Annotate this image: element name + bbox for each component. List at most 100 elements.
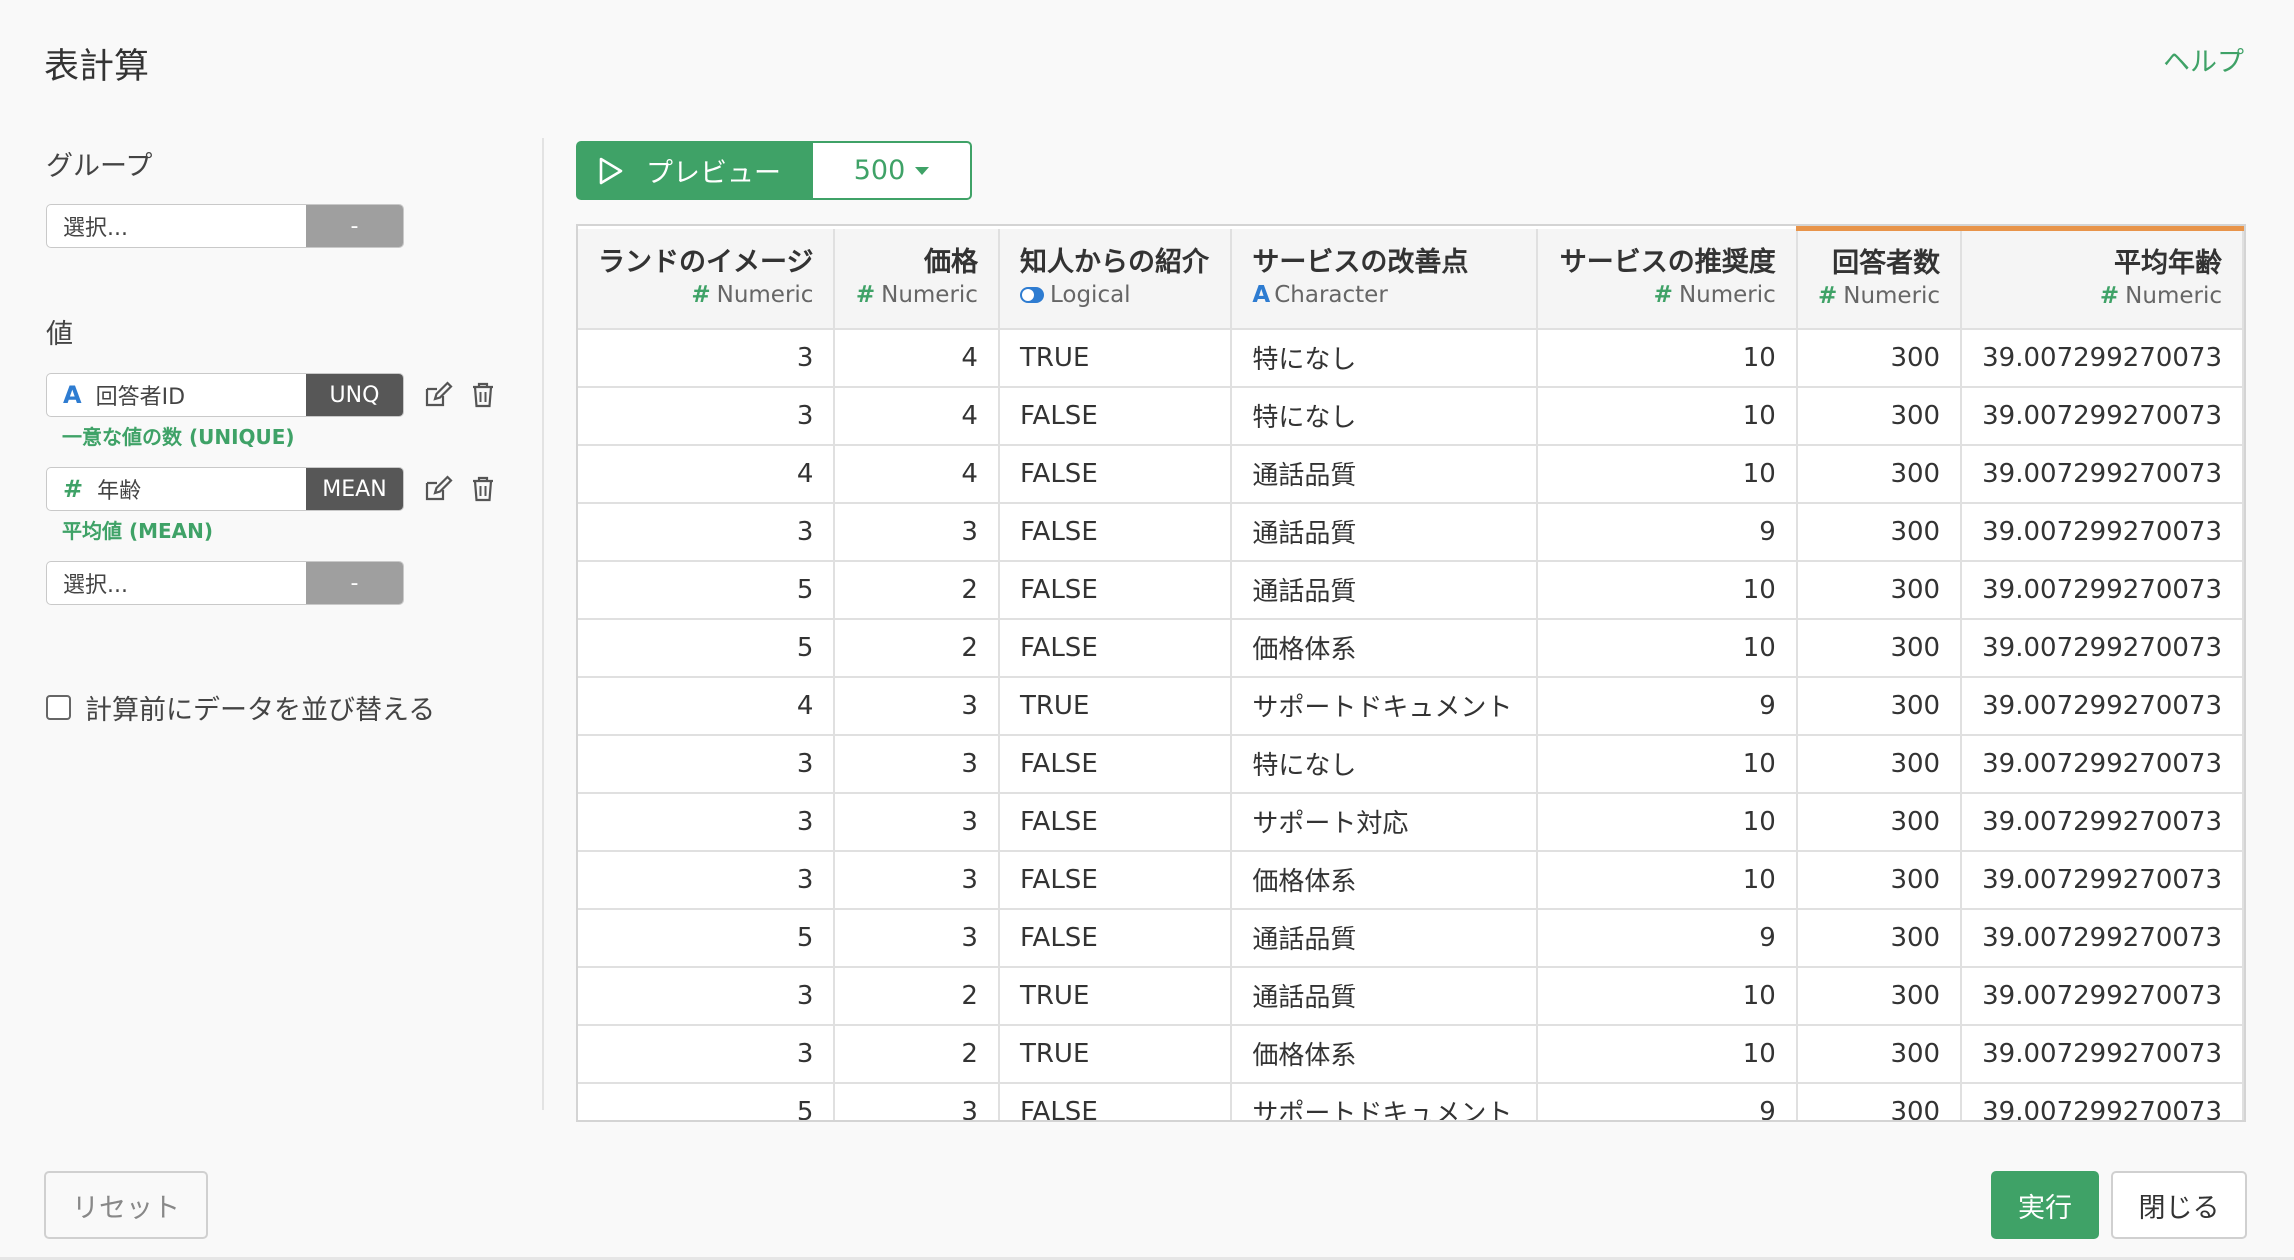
table-cell: 4	[834, 444, 1000, 504]
column-type: # Numeric	[1558, 280, 1776, 310]
preview-button[interactable]: プレビュー	[576, 141, 813, 200]
table-cell: 300	[1796, 850, 1963, 910]
preview-table[interactable]: ランドのイメージ # Numeric 価格 # Numeric 知人からの紹介 Logical…	[576, 224, 2246, 1122]
table-cell: 300	[1796, 386, 1963, 446]
table-cell: 9	[1537, 676, 1798, 736]
column-header[interactable]: 知人からの紹介 Logical	[998, 228, 1233, 330]
table-cell: 3	[834, 734, 1000, 794]
table-cell: 3	[578, 328, 836, 388]
column-header[interactable]: サービスの改善点 A Character	[1231, 228, 1539, 330]
value-selector-2[interactable]: # 年齢 MEAN	[46, 467, 404, 511]
table-cell: 3	[834, 502, 1000, 562]
column-type-label: Character	[1274, 282, 1388, 308]
column-header[interactable]: 回答者数 # Numeric	[1796, 226, 1963, 330]
column-type-label: Numeric	[2125, 283, 2222, 310]
column-type-label: Logical	[1049, 282, 1131, 308]
value-selector-1[interactable]: A 回答者ID UNQ	[46, 373, 404, 417]
table-cell: 9	[1537, 908, 1798, 968]
table-cell: 10	[1537, 792, 1798, 852]
table-cell: TRUE	[998, 676, 1233, 736]
table-cell: 300	[1796, 966, 1963, 1026]
table-cell: 39.007299270073	[1961, 792, 2244, 852]
run-button[interactable]: 実行	[1991, 1171, 2099, 1239]
group-selector[interactable]: 選択... -	[46, 204, 404, 248]
trash-icon[interactable]	[468, 474, 498, 504]
table-cell: 39.007299270073	[1961, 444, 2244, 504]
table-cell: 39.007299270073	[1961, 908, 2244, 968]
table-cell: 10	[1537, 386, 1798, 446]
column-type-label: Numeric	[881, 282, 978, 308]
value-column-1[interactable]: A 回答者ID	[47, 374, 306, 416]
table-cell: FALSE	[998, 850, 1233, 910]
table-cell: FALSE	[998, 444, 1233, 504]
chevron-down-icon	[915, 166, 930, 175]
table-cell: 39.007299270073	[1961, 966, 2244, 1026]
table-row: 3 2 TRUE 価格体系 10 300 39.007299270073	[578, 1024, 2244, 1084]
value-function-button-1[interactable]: UNQ	[306, 374, 403, 416]
table-row: 5 2 FALSE 通話品質 10 300 39.007299270073	[578, 560, 2244, 620]
column-name: ランドのイメージ	[598, 247, 814, 278]
table-cell: 3	[578, 502, 836, 562]
sort-before-calc-checkbox[interactable]: 計算前にデータを並び替える	[46, 688, 435, 727]
table-cell: 10	[1537, 328, 1798, 388]
column-header[interactable]: 平均年齢 # Numeric	[1961, 226, 2244, 330]
table-cell: 39.007299270073	[1961, 1024, 2244, 1084]
table-calculation-dialog: 表計算 ヘルプ グループ 選択... - 値 A 回答者ID UNQ 一意な値の…	[0, 0, 2294, 1260]
table-cell: 通話品質	[1231, 966, 1539, 1026]
column-header[interactable]: サービスの推奨度 # Numeric	[1537, 228, 1798, 330]
table-cell: 10	[1537, 618, 1798, 678]
column-name: 知人からの紹介	[1019, 247, 1209, 278]
value-column-2[interactable]: # 年齢	[47, 468, 306, 510]
table-cell: 39.007299270073	[1961, 734, 2244, 794]
help-link[interactable]: ヘルプ	[2163, 40, 2244, 79]
trash-icon[interactable]	[468, 380, 498, 410]
group-remove-button[interactable]: -	[306, 205, 403, 247]
table-cell: 4	[834, 328, 1000, 388]
table-cell: 3	[578, 734, 836, 794]
table-cell: FALSE	[998, 734, 1233, 794]
numeric-icon: #	[63, 475, 84, 503]
group-label: グループ	[46, 151, 153, 182]
value-selector-new[interactable]: 選択... -	[46, 561, 404, 605]
preview-row-count-dropdown[interactable]: 500	[813, 141, 972, 200]
edit-icon[interactable]	[423, 380, 453, 410]
table-cell: 10	[1537, 850, 1798, 910]
table-cell: 4	[834, 386, 1000, 446]
reset-button[interactable]: リセット	[44, 1171, 208, 1239]
table-cell: 5	[578, 908, 836, 968]
column-type-label: Numeric	[1843, 283, 1941, 310]
table-cell: 特になし	[1231, 328, 1539, 388]
table-cell: 10	[1537, 734, 1798, 794]
value-function-button-2[interactable]: MEAN	[306, 468, 403, 510]
column-header[interactable]: ランドのイメージ # Numeric	[578, 228, 836, 330]
column-type: # Numeric	[1818, 281, 1940, 311]
table-cell: 300	[1796, 734, 1963, 794]
numeric-icon: #	[691, 282, 711, 308]
edit-icon[interactable]	[423, 474, 453, 504]
table-row: 3 4 TRUE 特になし 10 300 39.007299270073	[578, 328, 2244, 388]
table-cell: 300	[1796, 792, 1963, 852]
panel-divider	[542, 138, 544, 1110]
column-name: サービスの推奨度	[1559, 247, 1776, 278]
sort-checkbox-label: 計算前にデータを並び替える	[85, 695, 436, 726]
value-selector-placeholder[interactable]: 選択...	[47, 562, 306, 604]
table-cell: 通話品質	[1231, 502, 1539, 562]
table-row: 3 3 FALSE 価格体系 10 300 39.007299270073	[578, 850, 2244, 910]
value-column-name-1: 回答者ID	[95, 385, 186, 410]
table-cell: FALSE	[998, 792, 1233, 852]
row-count-value: 500	[853, 155, 906, 186]
close-button[interactable]: 閉じる	[2111, 1171, 2247, 1239]
checkbox-icon[interactable]	[46, 695, 71, 720]
numeric-icon: #	[1817, 283, 1838, 310]
column-type: # Numeric	[1982, 281, 2222, 311]
value-remove-button[interactable]: -	[306, 562, 403, 604]
table-cell: 通話品質	[1231, 560, 1539, 620]
group-selector-placeholder[interactable]: 選択...	[47, 205, 306, 247]
table-row: 3 3 FALSE サポート対応 10 300 39.007299270073	[578, 792, 2244, 852]
column-name: 回答者数	[1832, 248, 1941, 280]
table-row: 4 3 TRUE サポートドキュメント 9 300 39.007299270073	[578, 676, 2244, 736]
table-cell: 3	[834, 792, 1000, 852]
table-cell: サポートドキュメント	[1231, 676, 1539, 736]
column-header[interactable]: 価格 # Numeric	[834, 228, 1000, 330]
numeric-icon: #	[1653, 282, 1673, 308]
